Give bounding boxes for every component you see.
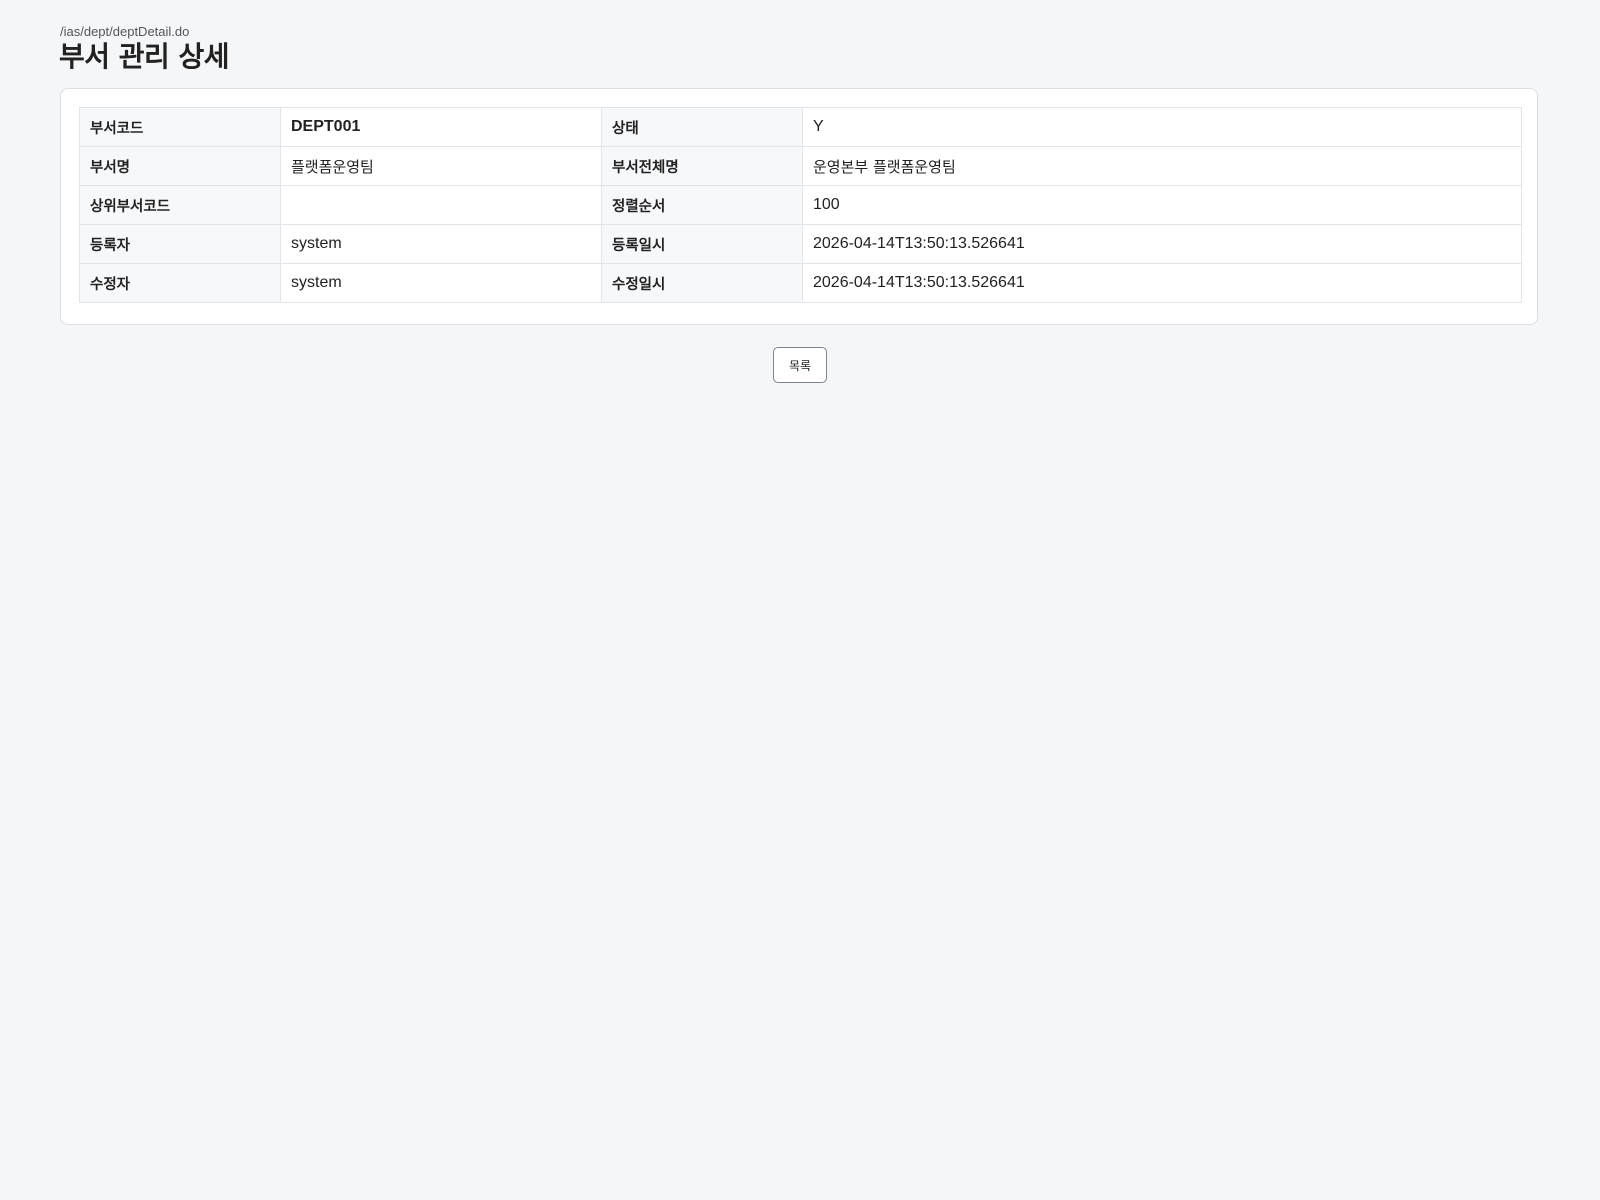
modifier-value: system xyxy=(280,263,602,303)
table-row: 부서명 플랫폼운영팀 부서전체명 운영본부 플랫폼운영팀 xyxy=(79,146,1522,186)
dept-name-value: 플랫폼운영팀 xyxy=(280,146,602,186)
detail-card: 부서코드 DEPT001 상태 Y 부서명 플랫폼운영팀 부서전체명 운영본부 … xyxy=(60,88,1538,325)
detail-table: 부서코드 DEPT001 상태 Y 부서명 플랫폼운영팀 부서전체명 운영본부 … xyxy=(79,107,1522,303)
dept-detail-page: /ias/dept/deptDetail.do 부서 관리 상세 부서코드 DE… xyxy=(0,0,1600,1200)
modified-at-label: 수정일시 xyxy=(601,263,803,303)
sort-order-label: 정렬순서 xyxy=(601,185,803,225)
registered-at-label: 등록일시 xyxy=(601,224,803,264)
status-value: Y xyxy=(802,107,1522,147)
dept-full-name-value: 운영본부 플랫폼운영팀 xyxy=(802,146,1522,186)
registrant-value: system xyxy=(280,224,602,264)
dept-code-value: DEPT001 xyxy=(280,107,602,147)
registrant-label: 등록자 xyxy=(79,224,281,264)
modifier-label: 수정자 xyxy=(79,263,281,303)
parent-dept-code-value xyxy=(280,185,602,225)
table-row: 상위부서코드 정렬순서 100 xyxy=(79,185,1522,225)
registered-at-value: 2026-04-14T13:50:13.526641 xyxy=(802,224,1522,264)
table-row: 수정자 system 수정일시 2026-04-14T13:50:13.5266… xyxy=(79,263,1522,303)
dept-name-label: 부서명 xyxy=(79,146,281,186)
dept-code-label: 부서코드 xyxy=(79,107,281,147)
page-title: 부서 관리 상세 xyxy=(59,40,230,73)
list-button[interactable]: 목록 xyxy=(773,347,827,383)
dept-full-name-label: 부서전체명 xyxy=(601,146,803,186)
table-row: 부서코드 DEPT001 상태 Y xyxy=(79,107,1522,147)
modified-at-value: 2026-04-14T13:50:13.526641 xyxy=(802,263,1522,303)
table-row: 등록자 system 등록일시 2026-04-14T13:50:13.5266… xyxy=(79,224,1522,264)
parent-dept-code-label: 상위부서코드 xyxy=(79,185,281,225)
status-label: 상태 xyxy=(601,107,803,147)
sort-order-value: 100 xyxy=(802,185,1522,225)
